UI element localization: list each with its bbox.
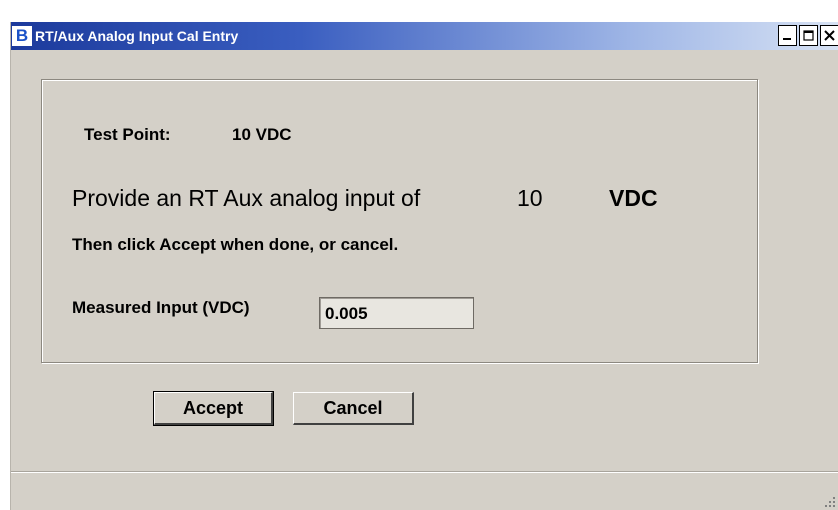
minimize-icon xyxy=(783,38,791,40)
status-bar-separator xyxy=(11,471,838,473)
close-button[interactable] xyxy=(820,25,838,46)
calibration-group: Test Point: 10 VDC Provide an RT Aux ana… xyxy=(41,79,758,363)
instruction-text: Then click Accept when done, or cancel. xyxy=(72,235,399,254)
resize-grip-icon[interactable] xyxy=(824,496,836,508)
window-controls xyxy=(778,25,838,46)
accept-button[interactable]: Accept xyxy=(153,391,274,426)
app-logo-icon: B xyxy=(12,26,32,46)
test-point-label: Test Point: xyxy=(84,125,171,144)
window-title: RT/Aux Analog Input Cal Entry xyxy=(35,28,239,44)
minimize-button[interactable] xyxy=(778,25,797,46)
provide-input-value: 10 xyxy=(517,185,543,211)
measured-input-label: Measured Input (VDC) xyxy=(72,298,250,317)
provide-input-unit: VDC xyxy=(609,185,658,211)
measured-input-field[interactable]: 0.005 xyxy=(319,297,474,329)
maximize-button[interactable] xyxy=(799,25,818,46)
title-bar[interactable]: B RT/Aux Analog Input Cal Entry xyxy=(11,22,838,50)
calibration-dialog: B RT/Aux Analog Input Cal Entry Test Poi… xyxy=(10,22,838,510)
maximize-icon xyxy=(803,30,814,41)
close-icon xyxy=(824,30,835,41)
provide-input-text: Provide an RT Aux analog input of xyxy=(72,185,421,211)
cancel-button[interactable]: Cancel xyxy=(293,392,414,425)
test-point-value: 10 VDC xyxy=(232,125,292,144)
